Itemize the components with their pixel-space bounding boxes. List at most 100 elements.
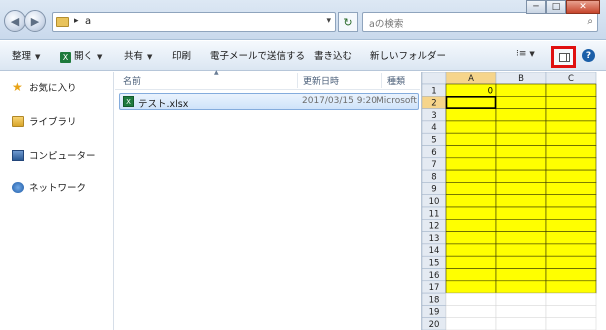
- sheet-cell[interactable]: [495, 219, 547, 232]
- organize-menu[interactable]: 整理 ▼: [12, 48, 40, 62]
- sheet-cell[interactable]: [495, 280, 547, 294]
- file-row[interactable]: X テスト.xlsx 2017/03/15 9:20 Microsoft Exc…: [119, 93, 419, 110]
- sheet-cell[interactable]: [445, 268, 497, 282]
- breadcrumb-separator-icon[interactable]: ▸: [74, 16, 79, 26]
- sheet-cell[interactable]: [445, 182, 497, 196]
- back-button[interactable]: ◀: [4, 10, 26, 32]
- row-header-label: 5: [431, 136, 436, 146]
- sheet-cell[interactable]: [445, 255, 497, 269]
- column-header-name[interactable]: 名前 ▲: [123, 69, 219, 89]
- sheet-cell[interactable]: [545, 83, 597, 97]
- nav-item-libraries[interactable]: ライブラリ: [12, 114, 77, 128]
- sheet-cell[interactable]: [545, 169, 597, 183]
- sheet-cell[interactable]: [445, 132, 497, 146]
- nav-item-computer[interactable]: コンピューター: [12, 148, 96, 162]
- row-header-label: 17: [429, 283, 440, 293]
- breadcrumb-folder-a[interactable]: a: [85, 16, 91, 27]
- sheet-cell[interactable]: [545, 268, 597, 282]
- column-divider[interactable]: [381, 73, 382, 88]
- sheet-cell[interactable]: [445, 317, 497, 330]
- sheet-cell[interactable]: [545, 206, 597, 220]
- sheet-cell[interactable]: [495, 182, 547, 196]
- sheet-cell[interactable]: [445, 219, 497, 232]
- sheet-cell[interactable]: [495, 157, 547, 171]
- sheet-cell[interactable]: [495, 145, 547, 159]
- sheet-cell[interactable]: [495, 132, 547, 146]
- preview-pane-button[interactable]: [551, 46, 576, 68]
- sheet-cell[interactable]: [445, 120, 497, 134]
- sheet-cell[interactable]: [545, 255, 597, 269]
- sheet-cell[interactable]: [495, 194, 547, 208]
- new-folder-button[interactable]: 新しいフォルダー: [370, 48, 446, 62]
- sheet-cell[interactable]: [495, 268, 547, 282]
- spreadsheet-preview[interactable]: A B C12345678910111213141516171819200: [422, 72, 606, 330]
- sheet-cell[interactable]: [545, 182, 597, 196]
- row-header-label: 15: [429, 259, 440, 269]
- sheet-cell[interactable]: [545, 305, 597, 318]
- help-button[interactable]: ?: [582, 49, 595, 62]
- sheet-cell[interactable]: [545, 219, 597, 232]
- search-input[interactable]: aの検索 ⌕: [362, 12, 598, 32]
- select-all-corner[interactable]: [422, 72, 447, 85]
- sheet-cell[interactable]: [545, 194, 597, 208]
- sheet-cell[interactable]: [495, 95, 547, 109]
- forward-button[interactable]: ▶: [24, 10, 46, 32]
- sheet-cell[interactable]: [445, 280, 497, 294]
- sheet-cell[interactable]: [545, 243, 597, 257]
- sheet-cell[interactable]: [545, 317, 597, 330]
- sheet-cell[interactable]: [445, 108, 497, 122]
- sheet-cell[interactable]: [495, 243, 547, 257]
- share-menu[interactable]: 共有 ▼: [124, 48, 152, 62]
- sheet-cell[interactable]: [545, 157, 597, 171]
- sheet-cell[interactable]: [445, 157, 497, 171]
- sheet-cell[interactable]: [495, 231, 547, 245]
- command-bar: 整理 ▼ X 開く ▼ 共有 ▼ 印刷 電子メールで送信する 書き込む 新しいフォルダー…: [0, 41, 606, 71]
- sheet-cell[interactable]: [445, 292, 497, 306]
- sheet-cell[interactable]: [445, 145, 497, 159]
- sheet-cell[interactable]: [545, 280, 597, 294]
- sheet-cell[interactable]: [445, 243, 497, 257]
- view-options-button[interactable]: ⁝≡ ▼: [516, 49, 535, 59]
- maximize-button[interactable]: □: [546, 0, 566, 14]
- sheet-cell[interactable]: [445, 231, 497, 245]
- sheet-cell[interactable]: [495, 305, 547, 318]
- sheet-cell[interactable]: [545, 108, 597, 122]
- sheet-cell[interactable]: [445, 206, 497, 220]
- column-header-date[interactable]: 更新日時: [303, 72, 339, 89]
- sheet-cell[interactable]: [495, 292, 547, 306]
- email-button[interactable]: 電子メールで送信する: [210, 48, 305, 62]
- open-menu[interactable]: X 開く ▼: [60, 48, 102, 63]
- column-divider[interactable]: [297, 73, 298, 88]
- sheet-cell[interactable]: [545, 95, 597, 109]
- sheet-cell[interactable]: [495, 255, 547, 269]
- address-dropdown-icon[interactable]: ▾: [326, 16, 331, 26]
- sheet-cell[interactable]: [545, 145, 597, 159]
- nav-item-favorites[interactable]: ★ お気に入り: [12, 80, 77, 94]
- close-button[interactable]: ✕: [566, 0, 600, 14]
- address-bar[interactable]: ▸ a ▾: [52, 12, 336, 32]
- sheet-cell[interactable]: [495, 317, 547, 330]
- refresh-button[interactable]: ↻: [338, 12, 358, 32]
- column-header-type[interactable]: 種類: [387, 72, 405, 89]
- sheet-cell[interactable]: [495, 120, 547, 134]
- sheet-cell[interactable]: [495, 169, 547, 183]
- computer-icon: [12, 149, 24, 161]
- nav-item-network[interactable]: ネットワーク: [12, 180, 86, 194]
- header-divider: [115, 89, 420, 90]
- sheet-cell[interactable]: [495, 83, 547, 97]
- burn-button[interactable]: 書き込む: [314, 48, 352, 62]
- row-header-label: 1: [431, 86, 436, 96]
- sheet-cell[interactable]: [545, 292, 597, 306]
- sheet-cell[interactable]: [445, 194, 497, 208]
- sheet-cell[interactable]: [445, 95, 497, 109]
- sheet-cell[interactable]: [495, 108, 547, 122]
- sheet-cell[interactable]: [545, 120, 597, 134]
- sheet-cell[interactable]: [495, 206, 547, 220]
- sheet-cell[interactable]: [445, 169, 497, 183]
- sheet-cell[interactable]: [545, 132, 597, 146]
- print-button[interactable]: 印刷: [172, 48, 191, 62]
- minimize-button[interactable]: ─: [526, 0, 546, 14]
- sheet-cell[interactable]: [445, 305, 497, 318]
- view-list-icon: ⁝≡: [516, 49, 527, 59]
- sheet-cell[interactable]: [545, 231, 597, 245]
